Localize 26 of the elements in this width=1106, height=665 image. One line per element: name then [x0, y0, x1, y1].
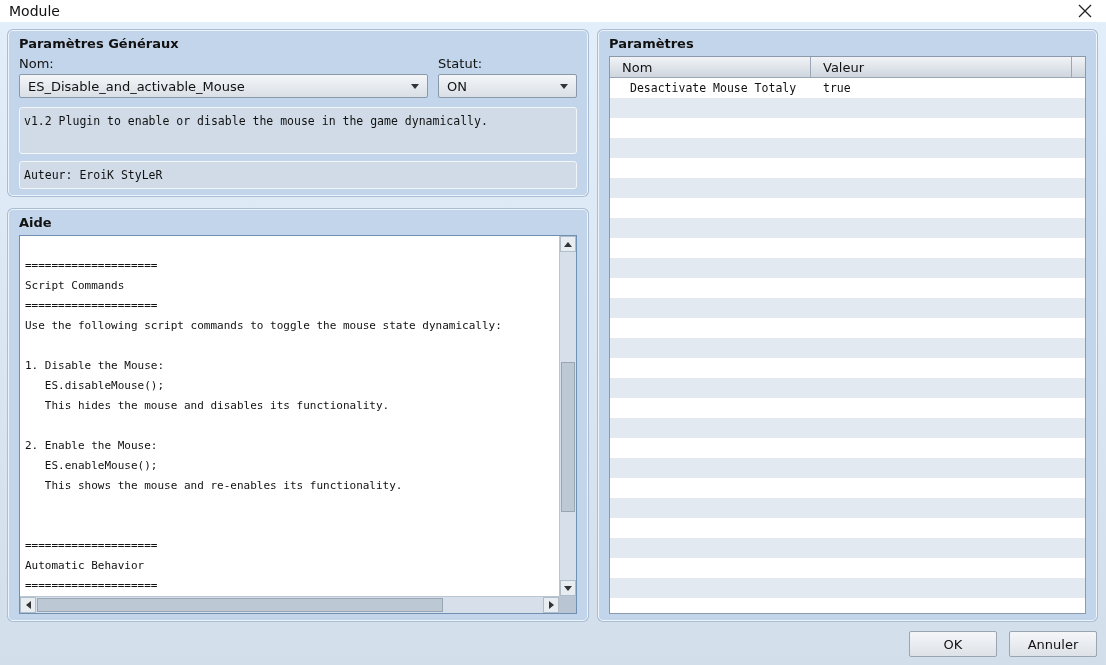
- dropdown-arrow-icon: [411, 83, 419, 89]
- panel-title: Paramètres Généraux: [19, 36, 180, 51]
- column-header[interactable]: Nom: [610, 57, 811, 77]
- column-header[interactable]: Valeur: [811, 57, 1072, 77]
- dialog-button[interactable]: OK: [909, 631, 997, 657]
- name-dropdown[interactable]: ES_Disable_and_activable_Mouse: [19, 74, 428, 98]
- panel-title: Paramètres: [609, 36, 695, 51]
- field-label: Statut:: [438, 56, 484, 71]
- field-label: Nom:: [19, 56, 55, 71]
- status-dropdown[interactable]: ON: [438, 74, 577, 98]
- window-title: Module: [9, 3, 60, 19]
- help-text: ==================== Script Commands ==================== Use the following script commands to toggle the mouse state dynamically: 1. Disable the Mouse: ES.disableMouse(); This hides the mouse and disables its functionality. 2. Enable the Mouse: ES.enableMouse(); This shows the mouse and re-enables its functionality. ==================== Automatic Behavior ====================: [24, 258, 503, 594]
- up-arrow-icon[interactable]: [564, 241, 572, 247]
- dialog-button[interactable]: Annuler: [1009, 631, 1097, 657]
- panel-title: Aide: [19, 215, 53, 230]
- table-cell-text: true: [822, 81, 851, 95]
- down-arrow-icon[interactable]: [564, 585, 572, 591]
- close-icon[interactable]: [1078, 4, 1092, 18]
- author-field: Auteur: EroiK StyLeR: [19, 161, 577, 189]
- dropdown-arrow-icon: [560, 83, 568, 89]
- description-field: v1.2 Plugin to enable or disable the mouse in the game dynamically.: [19, 107, 577, 154]
- vertical-scrollbar[interactable]: [559, 236, 576, 596]
- table-cell-text: Desactivate Mouse Totaly: [629, 81, 798, 95]
- horizontal-scrollbar[interactable]: [20, 597, 559, 613]
- left-arrow-icon[interactable]: [25, 601, 31, 609]
- right-arrow-icon[interactable]: [548, 601, 554, 609]
